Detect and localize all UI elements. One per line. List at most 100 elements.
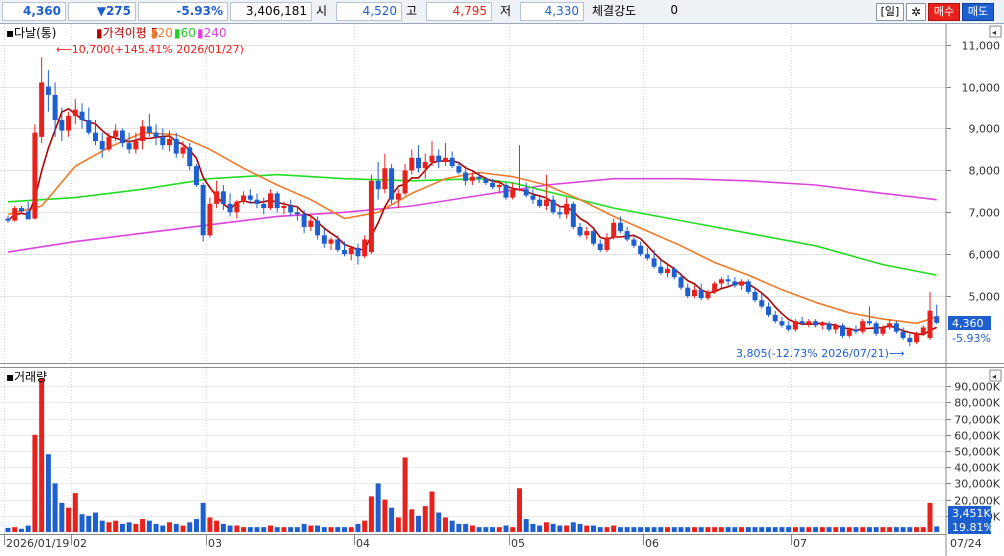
- quote-change: ▼275: [68, 2, 136, 21]
- price-tick-label: 8,000: [969, 165, 1001, 178]
- low-annotation: 3,805(-12.73% 2026/07/21)⟶: [736, 347, 905, 360]
- candle-body: [241, 195, 247, 202]
- volume-bar: [537, 525, 543, 532]
- volume-tick-label: 90,000K: [954, 381, 1000, 394]
- candle-body: [193, 166, 199, 186]
- volume-panel-arrow-glyph: ◂: [992, 372, 996, 381]
- volume-bar: [214, 520, 220, 532]
- volume-bar: [893, 527, 899, 532]
- candle-body: [160, 136, 166, 146]
- candle-body: [658, 266, 664, 274]
- volume-bar: [274, 527, 280, 532]
- volume-bar: [160, 525, 166, 532]
- volume-bar: [557, 525, 563, 532]
- gear-icon[interactable]: ✲: [906, 3, 926, 21]
- buy-button[interactable]: 매수: [928, 3, 960, 21]
- volume-bar: [456, 523, 462, 532]
- candle-body: [335, 239, 341, 250]
- volume-tick-label: 70,000K: [954, 414, 1000, 427]
- volume-bar: [429, 491, 435, 532]
- volume-bar: [611, 525, 617, 532]
- last-price-value: 4,360: [952, 317, 984, 330]
- volume-bar: [173, 523, 179, 532]
- volume-bar: [907, 527, 913, 532]
- candle-body: [66, 115, 72, 131]
- quote-strength: 0: [670, 3, 678, 17]
- price-tick-label: 10,000: [962, 82, 1001, 95]
- volume-bar: [227, 525, 233, 532]
- candle-body: [106, 136, 112, 150]
- candle-body: [146, 126, 152, 133]
- volume-bar: [301, 523, 307, 532]
- candle-body: [99, 141, 105, 150]
- candle-body: [651, 258, 657, 267]
- candle-body: [86, 120, 92, 133]
- volume-bar: [510, 527, 516, 532]
- volume-bar: [786, 527, 792, 532]
- candle-body: [32, 132, 38, 219]
- volume-bar: [92, 512, 98, 532]
- low-label: 저: [500, 4, 512, 18]
- volume-bar: [12, 527, 18, 532]
- candle-body: [617, 222, 623, 232]
- candle-body: [274, 193, 280, 209]
- candle-body: [577, 226, 583, 236]
- candle-body: [759, 300, 765, 307]
- volume-bar: [846, 527, 852, 532]
- strength-label: 체결강도: [592, 4, 637, 18]
- candle-body: [557, 212, 563, 215]
- candle-body: [483, 178, 489, 183]
- candle-body: [59, 120, 65, 131]
- last-volume-value: 3,451K: [952, 507, 991, 520]
- volume-bar: [146, 520, 152, 532]
- candle-body: [368, 180, 374, 253]
- candle-body: [449, 157, 455, 167]
- quote-low: 4,330: [520, 2, 584, 21]
- candle-body: [133, 141, 139, 150]
- candle-body: [119, 130, 125, 144]
- volume-bar: [604, 527, 610, 532]
- candle-body: [429, 155, 435, 162]
- volume-bar: [698, 527, 704, 532]
- candle-body: [342, 249, 347, 255]
- candle-body: [638, 245, 644, 255]
- candle-body: [12, 208, 18, 221]
- volume-bar: [685, 527, 691, 532]
- volume-bar: [739, 527, 745, 532]
- candle-body: [745, 281, 751, 292]
- candle-body: [934, 316, 940, 323]
- volume-legend-marker: ▪: [6, 370, 14, 384]
- volume-tick-label: 60,000K: [954, 430, 1000, 443]
- quote-price: 4,360: [2, 2, 66, 21]
- volume-bar: [200, 502, 206, 532]
- candle-body: [806, 321, 812, 324]
- candle-body: [725, 279, 731, 282]
- volume-bar: [476, 527, 482, 532]
- candle-body: [564, 203, 570, 215]
- candle-body: [126, 143, 132, 150]
- candle-body: [523, 189, 529, 196]
- quote-change-percent: -5.93%: [138, 2, 228, 21]
- candle-body: [140, 126, 146, 142]
- volume-bar: [39, 378, 45, 532]
- volume-bar: [813, 527, 819, 532]
- quote-high: 4,795: [426, 2, 492, 21]
- candle-body: [732, 281, 738, 286]
- volume-bar: [469, 525, 475, 532]
- volume-bar: [463, 523, 469, 532]
- candle-body: [833, 325, 839, 330]
- candle-body: [853, 329, 859, 332]
- volume-bar: [483, 527, 489, 532]
- volume-bar: [523, 519, 529, 532]
- candle-body: [409, 157, 415, 171]
- sell-button[interactable]: 매도: [962, 3, 994, 21]
- date-tick-label: 07/24: [950, 537, 982, 550]
- candle-body: [860, 321, 866, 332]
- volume-percent-value: 19.81%: [952, 521, 994, 534]
- volume-bar: [564, 525, 570, 532]
- legend-title: 다날(통): [14, 26, 56, 40]
- volume-bar: [335, 527, 341, 532]
- volume-bar: [887, 527, 893, 532]
- candle-body: [543, 199, 549, 206]
- period-button[interactable]: [일]: [876, 3, 904, 21]
